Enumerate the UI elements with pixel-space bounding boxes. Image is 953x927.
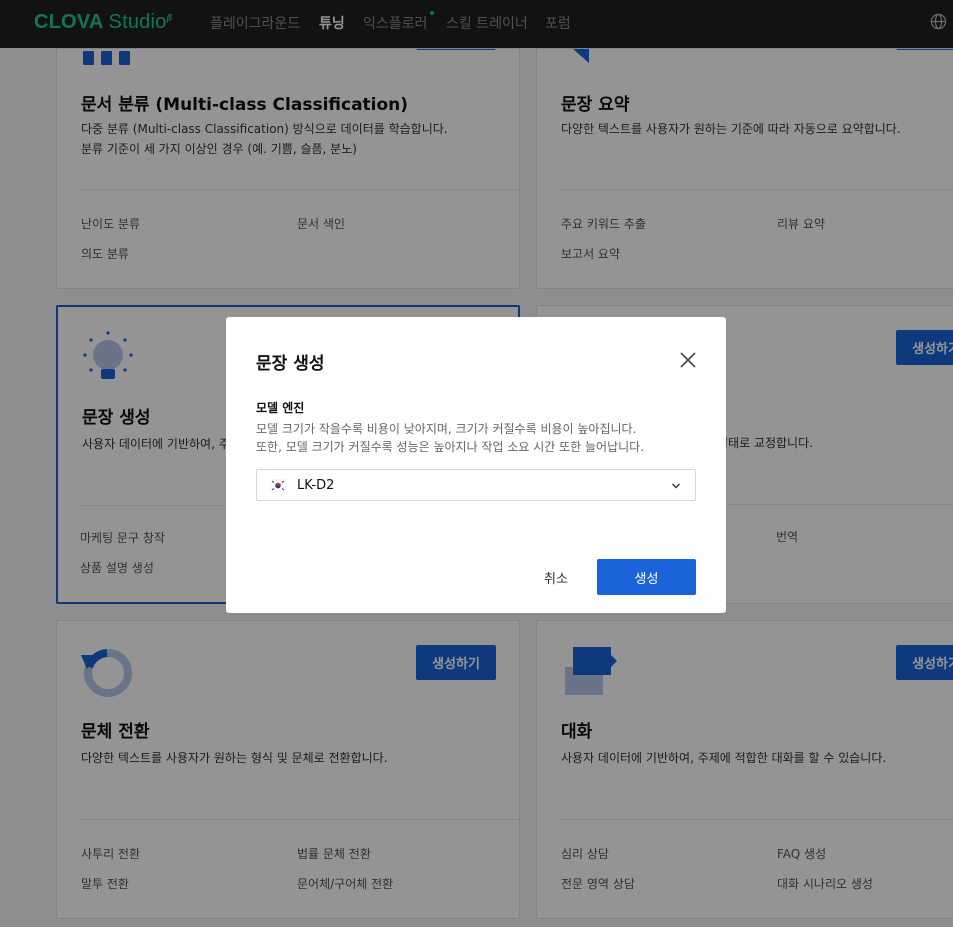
model-engine-help-line: 또한, 모델 크기가 커질수록 성능은 높아지나 작업 소요 시간 또한 늘어납… — [256, 440, 645, 454]
close-icon[interactable] — [679, 351, 697, 369]
chevron-down-icon — [672, 483, 680, 489]
cancel-button[interactable]: 취소 — [526, 559, 586, 595]
korea-flag-icon — [270, 479, 286, 492]
model-engine-select[interactable]: LK-D2 — [256, 469, 696, 501]
model-engine-label: 모델 엔진 — [256, 401, 305, 415]
dialog-title: 문장 생성 — [256, 354, 325, 374]
create-button[interactable]: 생성 — [597, 559, 696, 595]
model-engine-help-line: 모델 크기가 작을수록 비용이 낮아지며, 크기가 커질수록 비용이 높아집니다… — [256, 422, 637, 436]
model-engine-value: LK-D2 — [297, 478, 335, 493]
create-dialog: 문장 생성 모델 엔진 모델 크기가 작을수록 비용이 낮아지며, 크기가 커질… — [226, 317, 726, 613]
